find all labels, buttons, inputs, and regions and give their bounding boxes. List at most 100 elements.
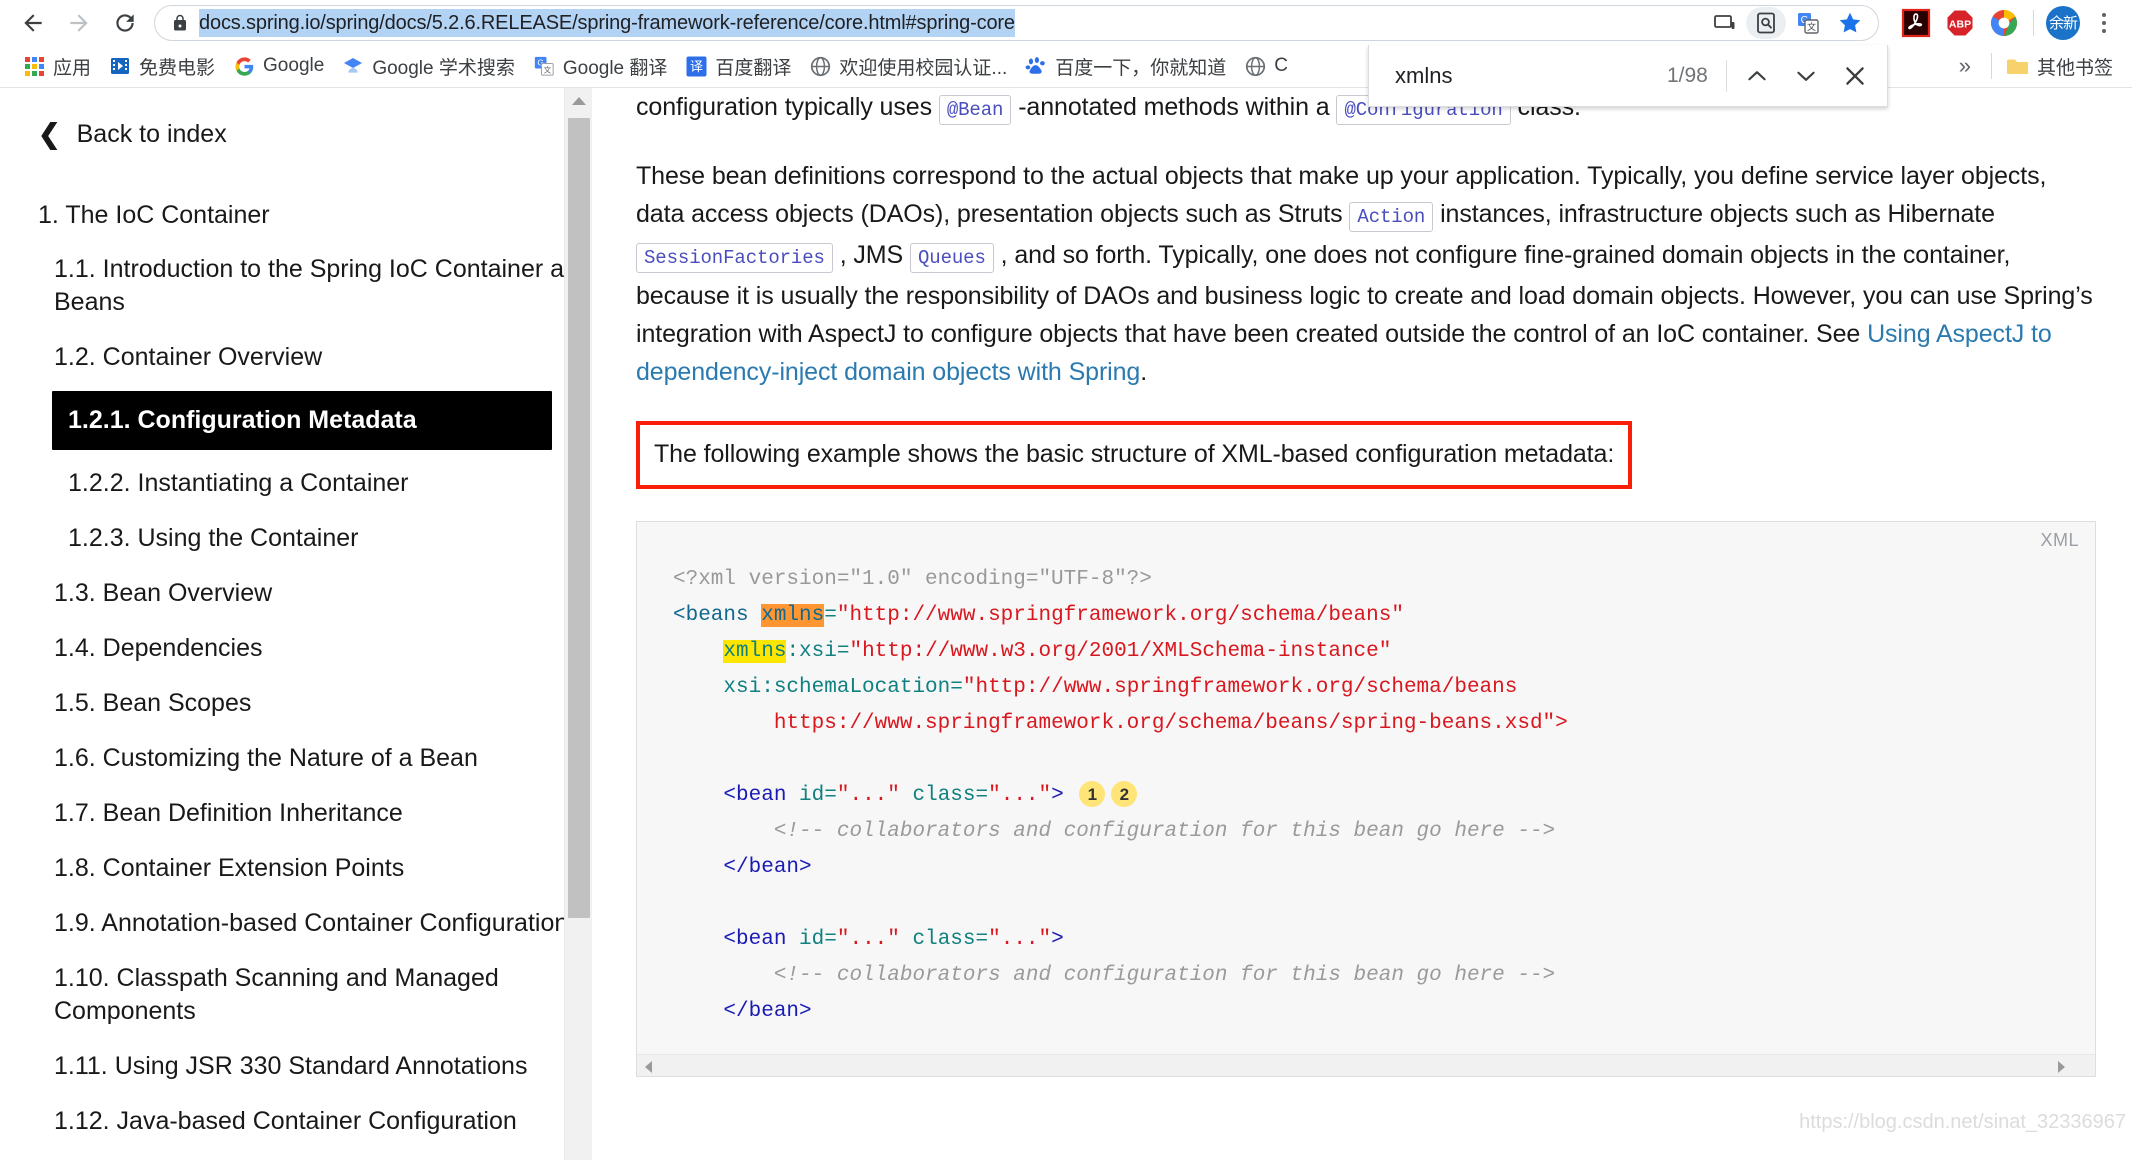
sidebar-item-1-3[interactable]: 1.3. Bean Overview xyxy=(0,566,592,621)
paragraph-bean-definitions: These bean definitions correspond to the… xyxy=(636,157,2096,391)
sidebar-item-1-11[interactable]: 1.11. Using JSR 330 Standard Annotations xyxy=(0,1039,592,1094)
bookmarks-overflow: » 其他书签 xyxy=(1945,49,2122,84)
translate-icon[interactable]: G 文 xyxy=(1788,7,1828,39)
sidebar-item-1-5[interactable]: 1.5. Bean Scopes xyxy=(0,676,592,731)
sidebar-item-1-2-1[interactable]: 1.2.1. Configuration Metadata xyxy=(52,391,552,450)
callout-number-1: 1 xyxy=(1079,781,1106,808)
code-bean-class-attr: class xyxy=(912,928,976,951)
reload-button[interactable] xyxy=(102,3,148,43)
text-fragment: -annotated methods within a xyxy=(1018,93,1330,121)
listing-horizontal-scrollbar[interactable] xyxy=(637,1054,2095,1076)
sidebar-item-1-9[interactable]: 1.9. Annotation-based Container Configur… xyxy=(0,896,592,951)
bookmark-label: 欢迎使用校园认证... xyxy=(839,57,1008,79)
back-button[interactable] xyxy=(10,3,56,43)
find-match-current: xmlns xyxy=(761,604,825,627)
bookmark-item-campus-auth[interactable]: 欢迎使用校园认证... xyxy=(800,49,1016,84)
inline-code-action: Action xyxy=(1349,202,1434,232)
doc-sidebar: ❮ Back to index 1. The IoC Container 1.1… xyxy=(0,88,592,1160)
baidu-paw-icon xyxy=(1025,55,1047,77)
chrome-menu-icon[interactable] xyxy=(2086,3,2122,43)
globe-icon xyxy=(1244,55,1266,77)
bookmark-label: Google 学术搜索 xyxy=(372,57,515,79)
page-watermark: https://blog.csdn.net/sinat_32336967 xyxy=(1799,1111,2126,1133)
bookmark-item-free-movie[interactable]: 免费电影 xyxy=(100,49,224,84)
bookmarks-overflow-chevron[interactable]: » xyxy=(1945,53,1985,79)
sidebar-item-1-2-3[interactable]: 1.2.3. Using the Container xyxy=(0,511,592,566)
code-equals: = xyxy=(824,604,837,627)
bookmark-item-google[interactable]: Google xyxy=(224,51,333,81)
sidebar-item-1-10[interactable]: 1.10. Classpath Scanning and Managed Com… xyxy=(0,951,592,1039)
bookmark-item-google-translate[interactable]: G 文 Google 翻译 xyxy=(524,49,677,84)
adblock-plus-icon[interactable]: ABP xyxy=(1939,3,1981,43)
toc-label: 1.3. Bean Overview xyxy=(54,579,273,607)
find-match-count: 1/98 xyxy=(1666,63,1708,87)
sidebar-item-1-2-2[interactable]: 1.2.2. Instantiating a Container xyxy=(0,456,592,511)
toc-label: 1.1. Introduction to the Spring IoC Cont… xyxy=(54,255,592,316)
toc-label: 1.2.1. Configuration Metadata xyxy=(68,406,417,434)
inline-code-sessionfactories: SessionFactories xyxy=(636,243,833,273)
scroll-up-arrow-icon[interactable] xyxy=(572,97,586,105)
extension-icons: ABP 余新 xyxy=(1887,3,2122,43)
address-bar[interactable]: docs.spring.io/spring/docs/5.2.6.RELEASE… xyxy=(154,4,1879,41)
inline-code-queues: Queues xyxy=(909,243,994,273)
toc-label: 1.2. Container Overview xyxy=(54,343,323,371)
toc-label: 1.5. Bean Scopes xyxy=(54,689,252,717)
bookmark-item-google-scholar[interactable]: Google 学术搜索 xyxy=(333,49,524,84)
sidebar-item-1-7[interactable]: 1.7. Bean Definition Inheritance xyxy=(0,786,592,841)
code-beans-open-tag: <beans xyxy=(673,604,762,627)
apps-grid-icon xyxy=(23,55,45,77)
code-bean-class-value: "..." xyxy=(988,928,1052,951)
code-bean-open-1: <bean xyxy=(723,784,800,807)
back-to-index-label: Back to index xyxy=(76,120,227,148)
sidebar-item-1-8[interactable]: 1.8. Container Extension Points xyxy=(0,841,592,896)
doc-content: configuration typically uses @Bean -anno… xyxy=(592,88,2132,1160)
code-comment-collaborators-1: <!-- collaborators and configuration for… xyxy=(773,820,1556,843)
bookmark-item-baidu-translate[interactable]: 译 百度翻译 xyxy=(676,49,800,84)
code-bean-id-value: "..." xyxy=(836,928,900,951)
profile-avatar[interactable]: 余新 xyxy=(2042,3,2084,43)
browser-chrome: docs.spring.io/spring/docs/5.2.6.RELEASE… xyxy=(0,0,2132,107)
free-movie-icon xyxy=(109,55,131,77)
back-to-index-link[interactable]: ❮ Back to index xyxy=(0,114,592,149)
scroll-right-arrow-icon[interactable] xyxy=(2058,1061,2065,1073)
sidebar-item-1-13[interactable]: 1.13. Environment Abstraction xyxy=(0,1149,592,1160)
code-equals: = xyxy=(950,676,963,699)
adobe-acrobat-icon[interactable] xyxy=(1895,3,1937,43)
bookmark-star-icon[interactable] xyxy=(1830,7,1870,39)
text-fragment: configuration typically uses xyxy=(636,93,932,121)
text-fragment: instances, infrastructure objects such a… xyxy=(1440,200,1995,228)
code-bean-class-value: "..." xyxy=(988,784,1052,807)
code-bean-id-attr: id xyxy=(799,928,825,951)
sidebar-item-1-6[interactable]: 1.6. Customizing the Nature of a Bean xyxy=(0,731,592,786)
toc-label: 1.11. Using JSR 330 Standard Annotations xyxy=(54,1052,528,1080)
inline-code-bean: @Bean xyxy=(938,95,1012,125)
find-close-button[interactable] xyxy=(1830,53,1879,99)
listing-language-label: XML xyxy=(2040,530,2079,550)
highlighted-sentence-box: The following example shows the basic st… xyxy=(636,421,1633,489)
code-bean-id-attr: id xyxy=(799,784,825,807)
code-bracket: > xyxy=(1051,784,1064,807)
bookmark-item-other[interactable]: 其他书签 xyxy=(1998,49,2122,84)
find-next-button[interactable] xyxy=(1782,53,1831,99)
sidebar-item-1[interactable]: 1. The IoC Container xyxy=(0,189,592,242)
sidebar-scrollbar[interactable] xyxy=(564,88,592,1160)
sidebar-item-1-12[interactable]: 1.12. Java-based Container Configuration xyxy=(0,1094,592,1149)
sidebar-item-1-1[interactable]: 1.1. Introduction to the Spring IoC Cont… xyxy=(0,242,592,330)
sidebar-item-1-2[interactable]: 1.2. Container Overview xyxy=(0,330,592,385)
bookmark-item-baidu[interactable]: 百度一下，你就知道 xyxy=(1016,49,1235,84)
scroll-left-arrow-icon[interactable] xyxy=(645,1061,652,1073)
search-page-icon[interactable] xyxy=(1746,6,1786,39)
bookmark-item-apps[interactable]: 应用 xyxy=(14,49,100,84)
sidebar-item-1-4[interactable]: 1.4. Dependencies xyxy=(0,621,592,676)
url-text[interactable]: docs.spring.io/spring/docs/5.2.6.RELEASE… xyxy=(199,8,1015,37)
chrome-color-icon[interactable] xyxy=(1983,3,2025,43)
cast-icon[interactable] xyxy=(1704,7,1744,39)
code-bracket: > xyxy=(1051,928,1064,951)
sidebar-scrollbar-thumb[interactable] xyxy=(568,118,590,918)
chevron-left-icon: ❮ xyxy=(38,119,61,149)
find-previous-button[interactable] xyxy=(1733,53,1782,99)
bookmark-item-c[interactable]: C xyxy=(1235,51,1297,81)
find-input[interactable] xyxy=(1393,61,1667,90)
forward-button[interactable] xyxy=(56,3,102,43)
globe-icon xyxy=(809,55,831,77)
